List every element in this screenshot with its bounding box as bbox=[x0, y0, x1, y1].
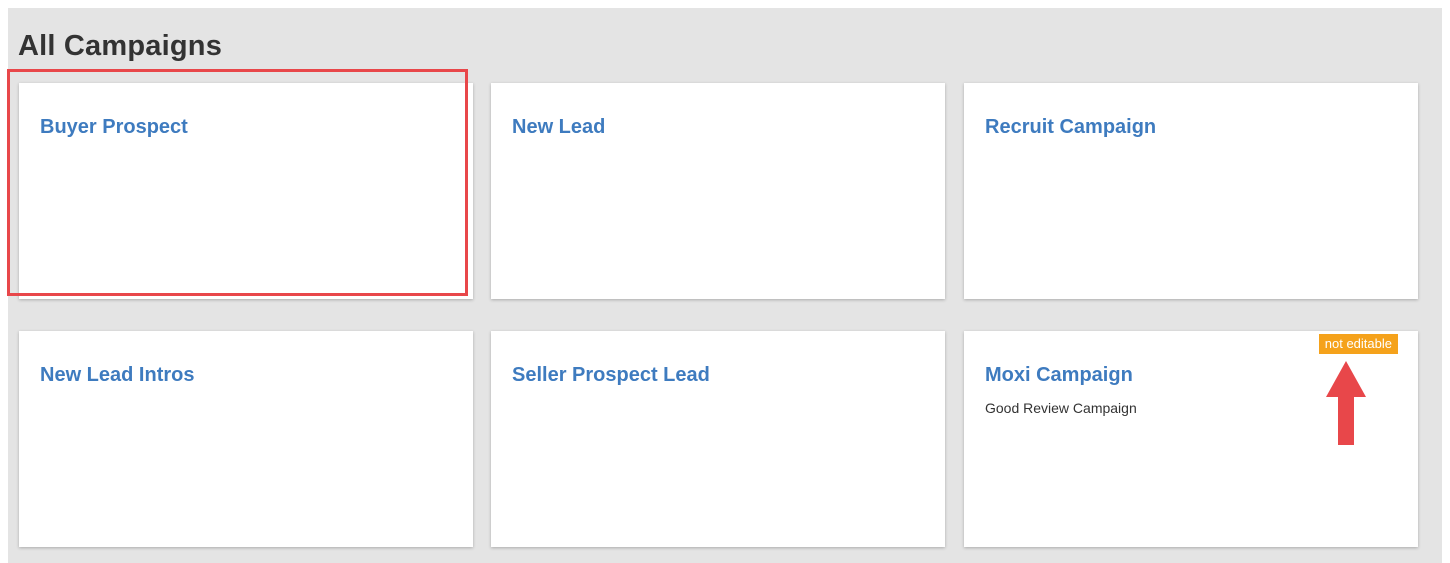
campaign-title[interactable]: Recruit Campaign bbox=[985, 116, 1156, 139]
not-editable-badge: not editable bbox=[1318, 334, 1398, 354]
campaign-card-new-lead-intros[interactable]: New Lead Intros bbox=[19, 331, 473, 547]
campaign-card-buyer-prospect[interactable]: Buyer Prospect bbox=[19, 83, 473, 299]
campaign-card-seller-prospect-lead[interactable]: Seller Prospect Lead bbox=[491, 331, 945, 547]
campaigns-panel: All Campaigns Buyer Prospect New Lead Re… bbox=[8, 8, 1442, 563]
campaign-title[interactable]: New Lead bbox=[512, 116, 605, 139]
campaign-title[interactable]: New Lead Intros bbox=[40, 364, 194, 387]
campaign-card-moxi-campaign[interactable]: not editable Moxi Campaign Good Review C… bbox=[964, 331, 1418, 547]
page-title: All Campaigns bbox=[18, 30, 223, 62]
campaign-card-new-lead[interactable]: New Lead bbox=[491, 83, 945, 299]
campaign-card-recruit-campaign[interactable]: Recruit Campaign bbox=[964, 83, 1418, 299]
campaign-title[interactable]: Moxi Campaign bbox=[985, 364, 1133, 387]
campaign-subtitle: Good Review Campaign bbox=[985, 400, 1137, 416]
campaign-title[interactable]: Buyer Prospect bbox=[40, 116, 188, 139]
campaign-title[interactable]: Seller Prospect Lead bbox=[512, 364, 710, 387]
